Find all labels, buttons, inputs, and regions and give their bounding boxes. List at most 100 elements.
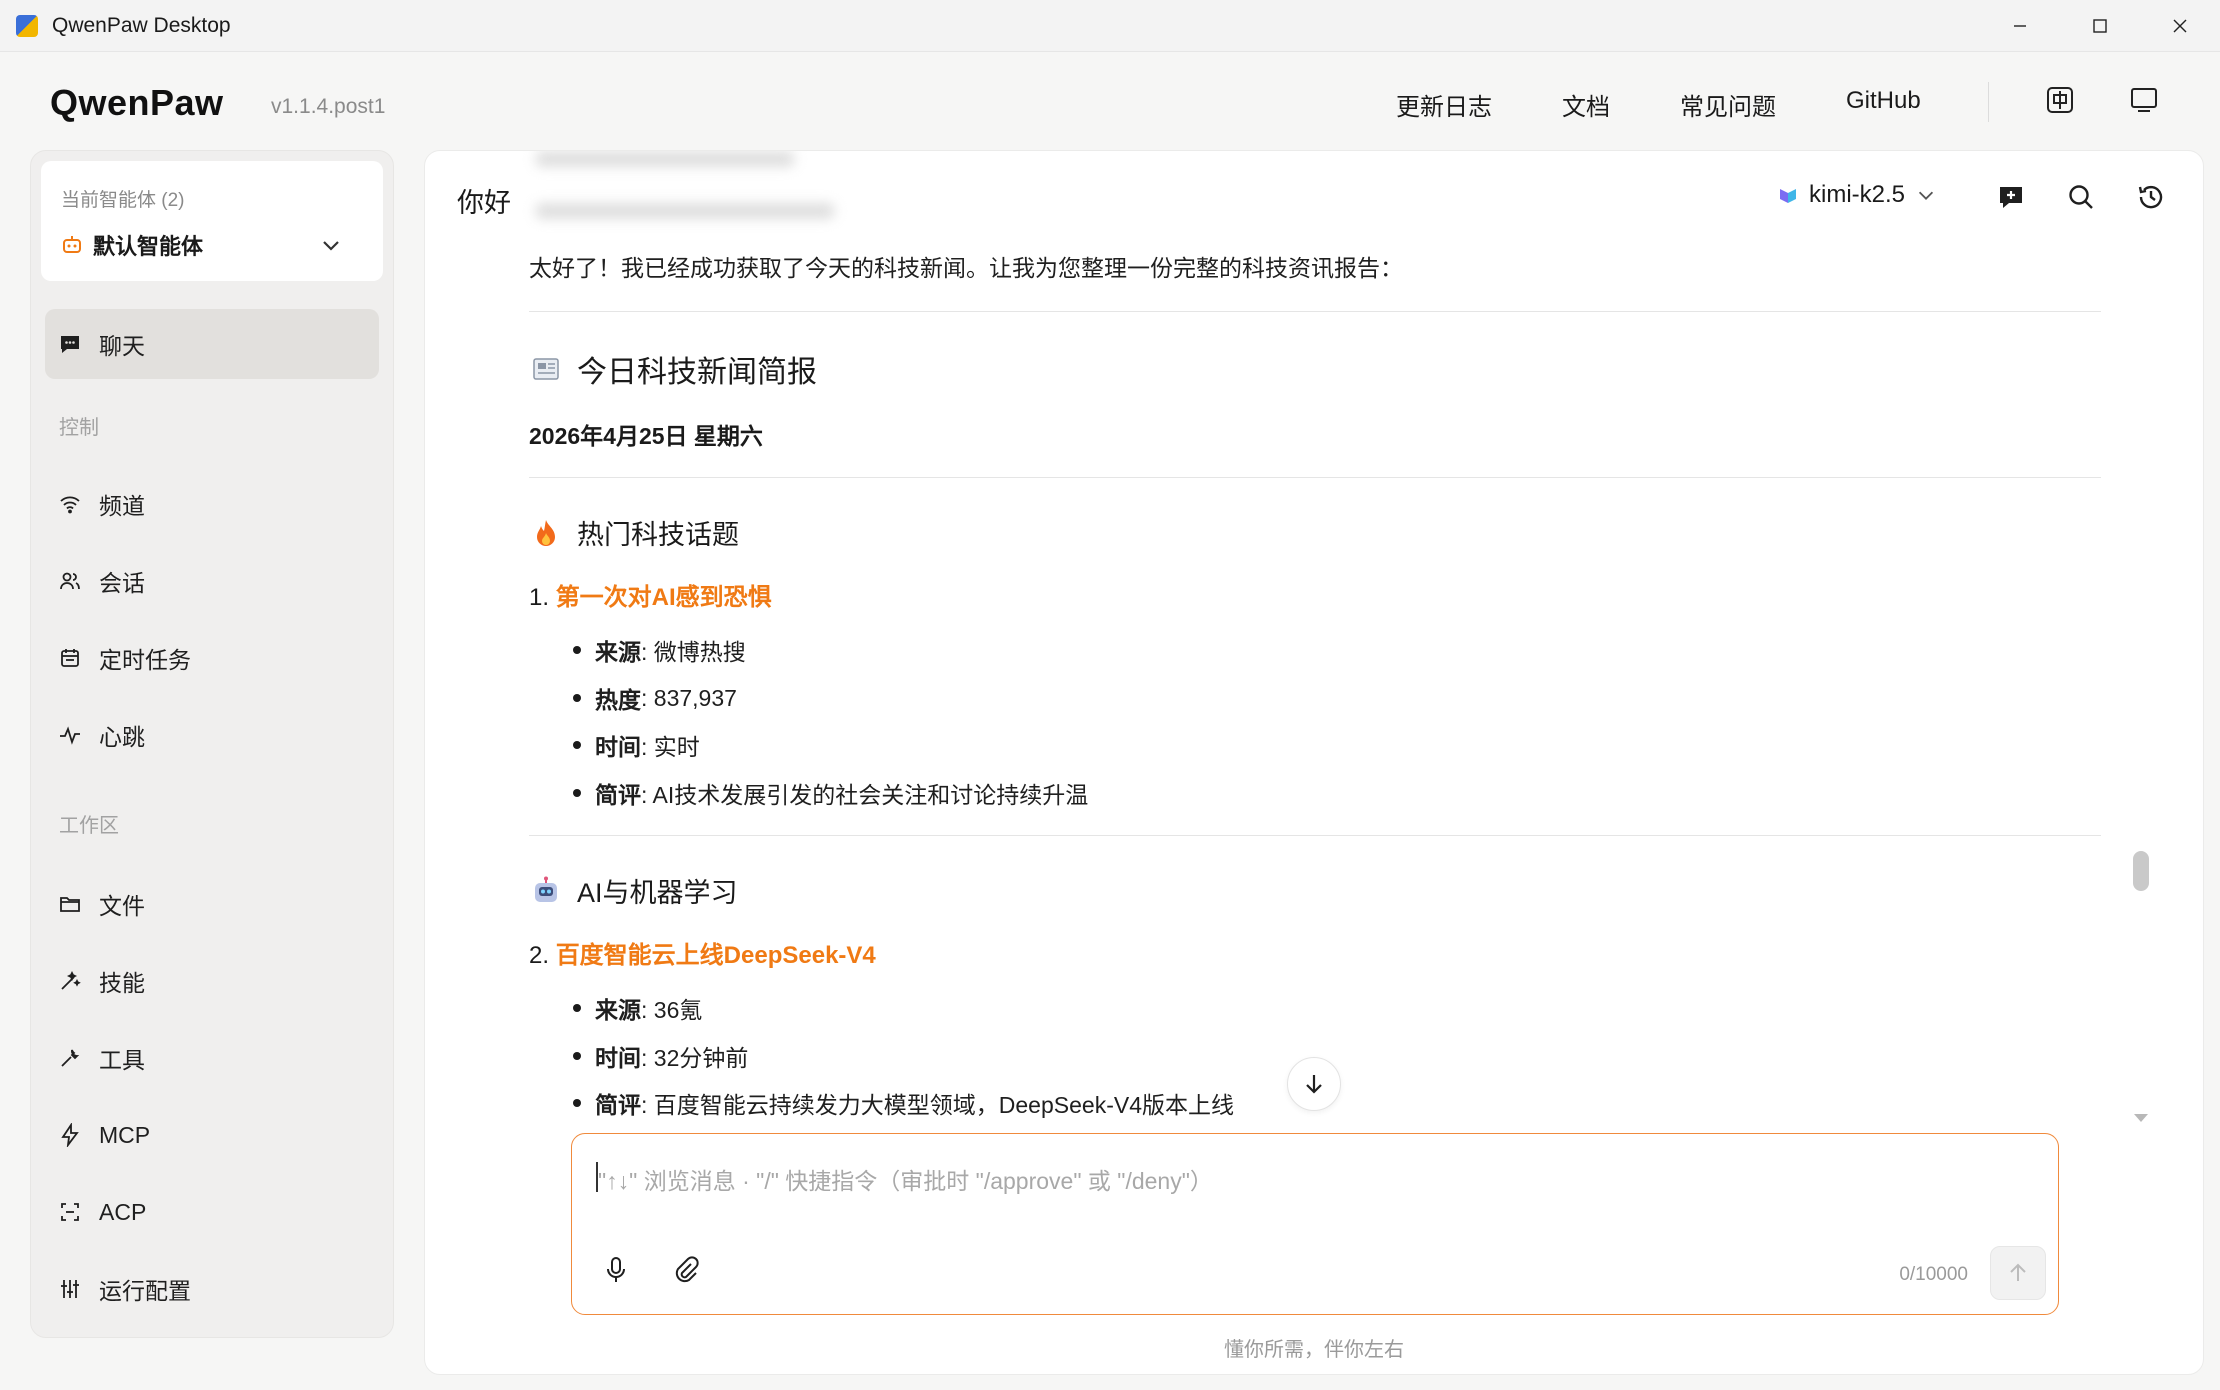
news-item-number: 2. (529, 942, 550, 969)
list-item: 来源: 36氪 (573, 991, 702, 1025)
bullet-key: 热度 (595, 687, 641, 713)
agent-selector[interactable]: 当前智能体 (2) 默认智能体 (41, 161, 383, 281)
magic-wand-icon (57, 968, 83, 994)
list-item: 来源: 微博热搜 (573, 633, 746, 667)
minimize-icon (2014, 25, 2026, 27)
language-button[interactable] (2040, 80, 2080, 120)
sidebar-item-label: 工具 (99, 1047, 145, 1073)
sidebar-item-heartbeat[interactable]: 心跳 (45, 700, 379, 770)
sidebar-item-label: 定时任务 (99, 647, 191, 673)
chat-bubble-icon (57, 331, 83, 357)
bullet-key: 时间 (595, 734, 641, 760)
close-button[interactable] (2140, 0, 2220, 52)
sidebar-item-label: MCP (99, 1121, 151, 1148)
report-date: 2026年4月25日 星期六 (529, 423, 763, 449)
scrollbar-thumb[interactable] (2133, 851, 2149, 891)
bullet-dot (573, 1099, 581, 1107)
report-heading-text: 今日科技新闻简报 (577, 356, 817, 389)
microphone-icon (607, 1257, 625, 1282)
window-controls (1980, 0, 2220, 52)
app-logo-icon (16, 14, 38, 37)
scan-icon (57, 1199, 83, 1225)
maximize-button[interactable] (2060, 0, 2140, 52)
arrow-down-icon (1306, 1075, 1322, 1094)
search-button[interactable] (2061, 177, 2101, 217)
folder-icon (57, 891, 83, 917)
model-selector[interactable]: kimi-k2.5 (1777, 181, 1937, 209)
sidebar-item-chat[interactable]: 聊天 (45, 309, 379, 379)
scroll-to-bottom-button[interactable] (1287, 1057, 1341, 1111)
minimize-button[interactable] (1980, 0, 2060, 52)
bullet-value: : 微博热搜 (641, 639, 746, 665)
bullet-key: 简评 (595, 782, 641, 808)
nav-changelog[interactable]: 更新日志 (1396, 87, 1492, 122)
chat-title: 你好 (457, 188, 511, 218)
robot-face-icon (529, 874, 563, 908)
history-icon (2138, 185, 2163, 209)
bolt-icon (57, 1122, 83, 1148)
sidebar-item-files[interactable]: 文件 (45, 869, 379, 939)
agent-name-row: 默认智能体 (61, 229, 203, 261)
sidebar-item-label: 运行配置 (99, 1278, 191, 1304)
section-heading-text: 热门科技话题 (577, 520, 739, 550)
bullet-dot (573, 1004, 581, 1012)
scroll-down-arrow-icon[interactable] (2131, 1111, 2151, 1125)
nav-github[interactable]: GitHub (1846, 87, 1921, 115)
sidebar-item-mcp[interactable]: MCP (45, 1100, 379, 1170)
close-icon (2173, 19, 2187, 33)
news-item-link[interactable]: 百度智能云上线DeepSeek-V4 (556, 942, 876, 969)
calendar-icon (57, 645, 83, 671)
sidebar-item-label: ACP (99, 1198, 147, 1225)
bullet-dot (573, 694, 581, 702)
message-input[interactable]: "↑↓" 浏览消息 · "/" 快捷指令（审批时 "/approve" 或 "/… (598, 1162, 1213, 1196)
footer-tagline: 懂你所需，伴你左右 (1224, 1339, 1404, 1361)
send-button[interactable] (1990, 1246, 2046, 1300)
agent-caption: 当前智能体 (2) (61, 190, 185, 211)
history-button[interactable] (2131, 177, 2171, 217)
news-item-link[interactable]: 第一次对AI感到恐惧 (556, 584, 772, 611)
bullet-dot (573, 1052, 581, 1060)
nav-faq[interactable]: 常见问题 (1680, 87, 1776, 122)
arrow-up-icon (2010, 1263, 2026, 1281)
sidebar-item-label: 频道 (99, 493, 145, 519)
paperclip-icon (675, 1256, 699, 1283)
wrench-icon (57, 1045, 83, 1071)
list-item: 热度: 837,937 (573, 681, 737, 715)
bullet-value: : AI技术发展引发的社会关注和讨论持续升温 (641, 782, 1089, 808)
sidebar-item-label: 聊天 (99, 333, 145, 359)
sidebar-item-config[interactable]: 运行配置 (45, 1254, 379, 1324)
assistant-intro: 太好了！我已经成功获取了今天的科技新闻。让我为您整理一份完整的科技资讯报告： (529, 255, 1403, 281)
people-icon (57, 568, 83, 594)
nav-docs[interactable]: 文档 (1562, 87, 1610, 122)
sidebar-item-cron[interactable]: 定时任务 (45, 623, 379, 693)
sidebar-item-tools[interactable]: 工具 (45, 1023, 379, 1093)
voice-input-button[interactable] (598, 1252, 634, 1288)
section-heading: AI与机器学习 (529, 871, 738, 910)
sidebar-item-skills[interactable]: 技能 (45, 946, 379, 1016)
section-heading-text: AI与机器学习 (577, 878, 738, 908)
sliders-icon (57, 1276, 83, 1302)
bullet-value: : 36氪 (641, 997, 703, 1023)
list-item: 简评: AI技术发展引发的社会关注和讨论持续升温 (573, 776, 1088, 810)
bullet-key: 时间 (595, 1045, 641, 1071)
attach-button[interactable] (668, 1252, 704, 1288)
bullet-key: 简评 (595, 1092, 641, 1118)
new-chat-button[interactable] (1991, 177, 2031, 217)
top-nav: 更新日志 文档 常见问题 GitHub (0, 87, 2220, 122)
divider (529, 311, 2101, 312)
sidebar-item-acp[interactable]: ACP (45, 1177, 379, 1247)
bullet-key: 来源 (595, 997, 641, 1023)
sidebar-item-sessions[interactable]: 会话 (45, 546, 379, 616)
maximize-icon (2093, 19, 2107, 33)
bullet-dot (573, 741, 581, 749)
message-composer[interactable]: "↑↓" 浏览消息 · "/" 快捷指令（审批时 "/approve" 或 "/… (571, 1133, 2059, 1315)
news-item-title: 1. 第一次对AI感到恐惧 (529, 577, 772, 612)
news-item-title: 2. 百度智能云上线DeepSeek-V4 (529, 935, 876, 970)
bullet-value: : 32分钟前 (641, 1045, 749, 1071)
robot-icon (63, 236, 81, 253)
sidebar-item-channels[interactable]: 频道 (45, 469, 379, 539)
bullet-dot (573, 789, 581, 797)
section-control: 控制 (59, 417, 99, 439)
agent-name: 默认智能体 (93, 234, 204, 259)
theme-button[interactable] (2124, 80, 2164, 120)
